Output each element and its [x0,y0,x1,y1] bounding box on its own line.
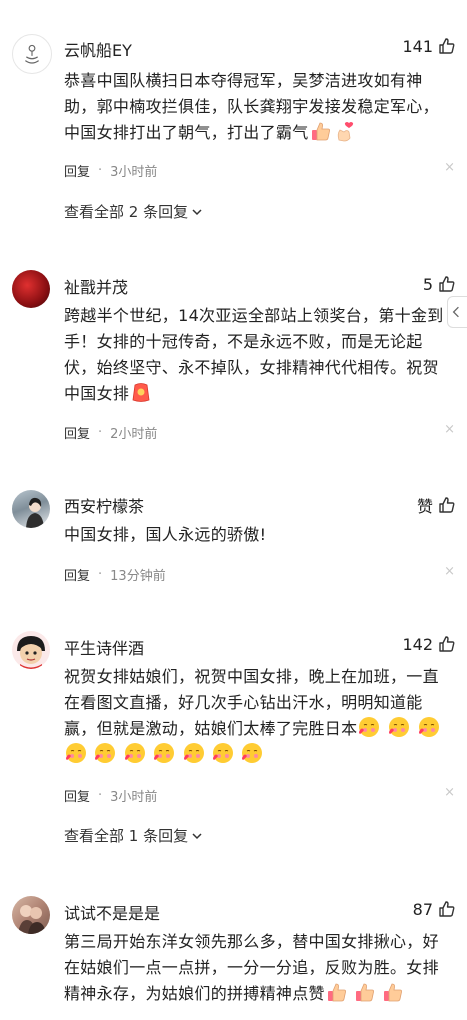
comment-meta: 回复 · 2小时前 [64,423,157,442]
view-all-replies-label: 查看全部 1 条回复 [64,827,189,845]
thumbs-up-icon [439,901,455,917]
meditation-logo-icon [25,44,39,64]
reply-button[interactable]: 回复 [64,423,90,442]
avatar[interactable] [12,896,50,934]
comment-line: 恭喜中国队横扫日本夺得冠军，吴梦洁进攻如有神 [64,71,423,90]
timestamp: 3小时前 [110,790,158,805]
comment-meta: 回复 · 3小时前 [64,161,157,180]
kissing-face-emoji-icon [124,743,145,763]
kissing-face-emoji-icon [66,743,86,763]
thumbs-up-emoji-icon [383,983,402,1002]
timestamp: 13分钟前 [110,569,166,584]
like-count: 141 [402,36,433,56]
like-count: 赞 [416,497,433,516]
kissing-face-emoji-icon [212,743,233,763]
like-count: 87 [412,899,433,919]
username[interactable]: 平生诗伴酒 [64,635,144,659]
kissing-face-emoji-icon [419,717,440,737]
comment-item: 试试不是是是 87 第三局开始东洋女领先那么多，替中国女排揪心，好 在姑娘们一点… [0,888,467,1020]
like-button[interactable]: 5 [423,274,457,294]
finger-heart-emoji-icon [337,122,353,142]
chevron-left-icon [452,306,459,318]
comment-line: 精神永存，为姑娘们的拼搏精神点赞 [64,981,459,1007]
thumbs-up-emoji-icon [327,983,346,1002]
close-icon[interactable]: × [444,564,455,579]
username[interactable]: 祉戬并茂 [64,274,128,298]
comment-text: 中国女排，国人永远的骄傲! [64,522,459,548]
kissing-face-emoji-icon [154,743,175,763]
close-icon[interactable]: × [444,422,455,437]
side-drawer-handle[interactable] [447,296,467,328]
avatar[interactable] [12,490,50,528]
chevron-down-icon [192,208,202,215]
comment-line: 在看图文直播，好几次手心钻出汗水，明明知道能 [64,693,423,712]
thumbs-up-icon [439,38,455,54]
like-count: 142 [402,634,433,654]
separator-dot: · [98,163,103,178]
comment-item: 云帆船EY 141 恭喜中国队横扫日本夺得冠军，吴梦洁进攻如有神 助，郭中楠攻拦… [0,0,467,250]
separator-dot: · [98,425,103,440]
view-all-replies-button[interactable]: 查看全部 1 条回复 [64,825,203,846]
separator-dot: · [98,788,103,803]
view-all-replies-label: 查看全部 2 条回复 [64,203,189,221]
kissing-face-emoji-icon [359,717,380,737]
comment-line: 伏，始终坚守、永不掉队，女排精神代代相传。祝贺 [64,358,439,377]
comment-text: 恭喜中国队横扫日本夺得冠军，吴梦洁进攻如有神 助，郭中楠攻拦俱佳，队长龚翔宇发接… [64,68,459,146]
kissing-face-emoji-icon [95,743,116,763]
chevron-down-icon [192,832,202,839]
emoji-row [64,742,459,768]
like-button[interactable]: 141 [402,36,457,56]
avatar[interactable] [12,34,52,74]
like-count: 5 [422,274,433,294]
username[interactable]: 试试不是是是 [64,900,160,924]
thumbs-up-icon [439,497,455,513]
view-all-replies-button[interactable]: 查看全部 2 条回复 [64,201,203,222]
comment-line: 中国女排 [64,381,459,407]
separator-dot: · [98,567,103,582]
comment-text: 第三局开始东洋女领先那么多，替中国女排揪心，好 在姑娘们一点一点拼，一分一分追，… [64,929,459,1007]
comment-line: 祝贺女排姑娘们，祝贺中国女排，晚上在加班，一直 [64,667,439,686]
comment-line: 跨越半个世纪，14次亚运全部站上领奖台，第十金到 [64,306,444,325]
close-icon[interactable]: × [444,160,455,175]
comment-meta: 回复 · 3小时前 [64,786,157,805]
reply-button[interactable]: 回复 [64,565,90,584]
like-button[interactable]: 142 [402,634,457,654]
timestamp: 3小时前 [110,165,158,180]
comment-line: 手！女排的十冠传奇，不是永远不败，而是无论起 [64,332,423,351]
comment-item: 祉戬并茂 5 跨越半个世纪，14次亚运全部站上领奖台，第十金到 手！女排的十冠传… [0,260,467,460]
like-button[interactable]: 赞 [417,493,457,517]
comment-line: 助，郭中楠攻拦俱佳，队长龚翔宇发接发稳定军心， [64,97,439,116]
comment-meta: 回复 · 13分钟前 [64,565,166,584]
reply-button[interactable]: 回复 [64,786,90,805]
thumbs-up-emoji-icon [355,983,374,1002]
cartoon-boy-icon [17,636,45,669]
kissing-face-emoji-icon [242,743,263,763]
reply-button[interactable]: 回复 [64,161,90,180]
username[interactable]: 云帆船EY [64,37,132,61]
comment-text: 跨越半个世纪，14次亚运全部站上领奖台，第十金到 手！女排的十冠传奇，不是永远不… [64,303,459,407]
thumbs-up-icon [439,276,455,292]
comment-line: 在姑娘们一点一点拼，一分一分追，反败为胜。女排 [64,958,439,977]
timestamp: 2小时前 [110,427,158,442]
thumbs-up-icon [439,636,455,652]
close-icon[interactable]: × [444,785,455,800]
photo-avatar-icon [18,905,46,934]
kissing-face-emoji-icon [183,743,204,763]
comment-line: 第三局开始东洋女领先那么多，替中国女排揪心，好 [64,932,439,951]
comment-line: 赢，但就是激动，姑娘们太棒了完胜日本 [64,716,459,742]
person-photo-icon [26,497,44,528]
comment-item: 平生诗伴酒 142 祝贺女排姑娘们，祝贺中国女排，晚上在加班，一直 在看图文直播… [0,620,467,860]
kissing-face-emoji-icon [389,717,410,737]
thumbs-up-emoji-icon [311,122,330,141]
avatar[interactable] [12,631,50,669]
comment-line: 中国女排，国人永远的骄傲! [64,525,267,544]
like-button[interactable]: 87 [413,899,457,919]
comment-line: 中国女排打出了朝气，打出了霸气 [64,120,459,146]
red-envelope-emoji-icon [132,383,150,402]
username[interactable]: 西安柠檬茶 [64,493,144,517]
comment-item: 西安柠檬茶 赞 中国女排，国人永远的骄傲! 回复 · 13分钟前 × [0,480,467,590]
avatar[interactable] [12,270,50,308]
comment-text: 祝贺女排姑娘们，祝贺中国女排，晚上在加班，一直 在看图文直播，好几次手心钻出汗水… [64,664,459,768]
